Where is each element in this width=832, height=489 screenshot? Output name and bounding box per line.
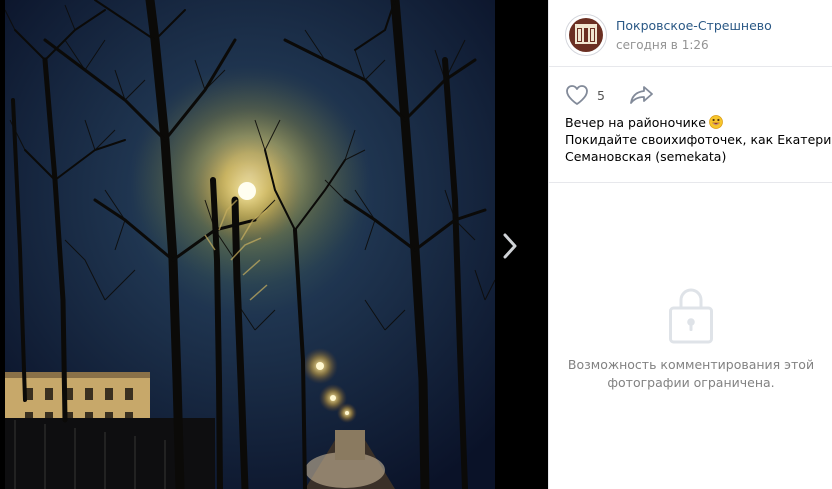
like-button[interactable]: 5 [565, 82, 605, 108]
post-header: Покровское-Стрешнево сегодня в 1:26 [549, 0, 832, 67]
comments-disabled-notice: Возможность комментирования этой фотогра… [549, 286, 832, 392]
post-caption: Вечер на районочике Покидайте своихифото… [565, 114, 832, 165]
divider [549, 182, 832, 183]
community-logo [566, 15, 606, 55]
chevron-right-icon [503, 233, 517, 259]
photo-viewer: Покровское-Стрешнево сегодня в 1:26 5 Ве… [0, 0, 832, 489]
avatar[interactable] [565, 14, 607, 56]
post-time[interactable]: сегодня в 1:26 [616, 38, 709, 52]
grinning-face-icon [709, 115, 723, 129]
comments-disabled-line: фотографии ограничена. [607, 375, 775, 390]
like-count: 5 [597, 87, 605, 103]
lock-icon [669, 288, 713, 344]
caption-line: Покидайте своихифоточек, как Екатерина [565, 132, 832, 147]
night-street-photo[interactable] [5, 0, 495, 489]
post-actions: 5 [565, 82, 825, 110]
author-name[interactable]: Покровское-Стрешнево [616, 18, 772, 33]
caption-text: Вечер на районочике [565, 115, 706, 130]
photo-pane [0, 0, 548, 489]
comments-disabled-text: Возможность комментирования этой фотогра… [549, 356, 832, 392]
post-sidebar: Покровское-Стрешнево сегодня в 1:26 5 Ве… [548, 0, 832, 489]
comments-disabled-line: Возможность комментирования этой [567, 357, 815, 372]
share-arrow-icon [630, 86, 653, 104]
caption-line: Вечер на районочике [565, 114, 827, 131]
share-button[interactable] [629, 84, 655, 110]
heart-icon [566, 85, 588, 105]
caption-line: Семановская (semekata) [565, 149, 727, 164]
next-photo-button[interactable] [498, 226, 524, 266]
photo-image [5, 0, 495, 489]
